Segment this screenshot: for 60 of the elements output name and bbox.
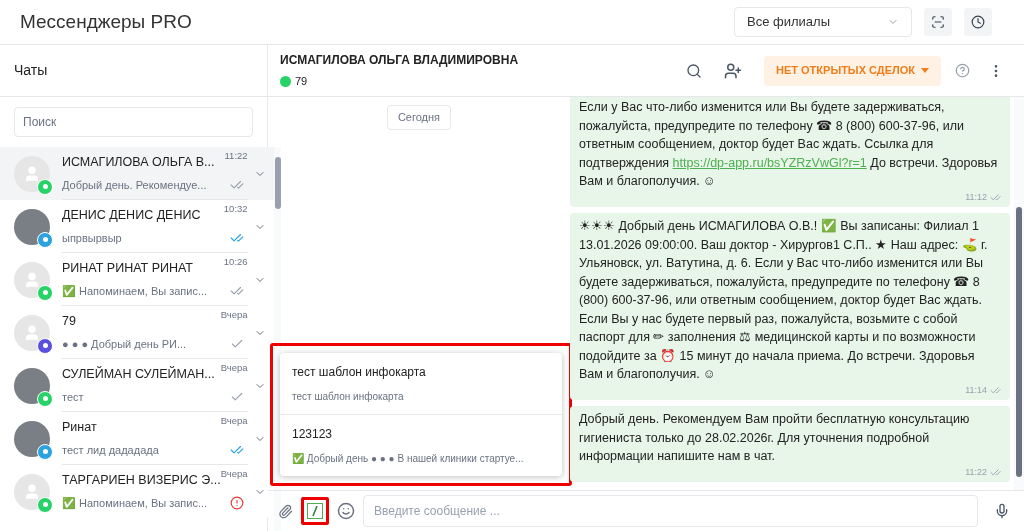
message-text: Добрый день. Рекомендуем Вам пройти бесплатную консультацию гигиениста только до 28.02.2026г. Для уточнения подробной информации напишите нам в чат. (579, 411, 971, 465)
chat-time: 10:26 (223, 254, 248, 269)
microphone-icon[interactable] (994, 503, 1010, 519)
template-item[interactable]: 123123 ✅ Добрый день ● ● ● В нашей клиники стартуе... (280, 414, 562, 476)
message-text: Если у Вас что-либо изменится или Вы будете задерживаться, пожалуйста, предупредите по телефону ☎ 8 (800) 600-37-96, или ответным сообщением, доктор будет Вас ждать. Ссылка для подтверждения https://dp-app.ru/bsYZRzVwGl?r=1 До встречи. Здоровья Вам и благополучия. ☺ (579, 99, 999, 190)
app-title: Мессенджеры PRO (20, 9, 192, 34)
chat-preview: Добрый день. Рекомендуе... (62, 177, 207, 193)
help-icon[interactable] (955, 63, 970, 78)
chat-name: Ринат (62, 418, 97, 436)
chat-preview: тест лид дададада (62, 442, 159, 458)
scan-button[interactable] (924, 8, 952, 36)
chat-time: Вчера (220, 360, 248, 375)
clock-icon (971, 15, 985, 29)
search-field[interactable]: Поиск (14, 107, 253, 137)
template-text: тест шаблон инфокарта (292, 390, 405, 404)
template-text: ✅ Добрый день ● ● ● В нашей клиники стартуе... (292, 452, 525, 466)
chat-preview: тест (62, 389, 84, 405)
caret-icon (921, 68, 929, 73)
template-title: тест шаблон инфокарта (292, 364, 427, 381)
double-check-icon (990, 384, 1001, 396)
chat-time: Вчера (220, 307, 248, 322)
slash-icon (311, 506, 319, 516)
chat-time: Вчера (220, 413, 248, 428)
paperclip-icon[interactable] (278, 503, 293, 519)
sidebar-title: Чаты (14, 61, 48, 80)
chat-preview: ✅ Напоминаем, Вы запис... (62, 496, 208, 512)
chat-name: ДЕНИС ДЕНИС ДЕНИС (62, 206, 201, 224)
chat-name: ТАРГАРИЕН ВИЗЕРИС Э... (62, 473, 221, 490)
scan-icon (931, 15, 945, 29)
message-text: ☀☀☀ Добрый день ИСМАГИЛОВА О.В.! ✅ Вы записаны: Филиал 1 13.01.2026 09:00:00. Ваш доктор - Хирургов1 С.П.. ★ Наш адрес: ⛳ г. Ульяновск, ул. Ватутина, д. 6. Если у Вас что-либо изменится или Вы будете задерживаться, пожалуйста, предупредите по телефону ☎ 8 (800) 600-37-96, или ответным сообщением, доктор будет Вас ждать. Если Вы у нас будете первый раз, пожалуйста, возьмите с собой паспорт для ✏ заполнения ⚖ медицинской карты и по возможности подойдите за ⏰ 15 минут до начала приема. До встречи. Здоровья Вам и благополучия. ☺ (579, 218, 989, 383)
chat-preview: ыпрвырвыр (62, 230, 122, 246)
clock-button[interactable] (964, 8, 992, 36)
chat-time: 11:22 (224, 148, 248, 163)
chat-list-item[interactable]: ИСМАГИЛОВА ОЛЬГА В... 11:22 Добрый день. Рекомендуе... (0, 147, 274, 200)
message-input[interactable]: Введите сообщение ... (363, 495, 978, 527)
chat-name: РИНАТ РИНАТ РИНАТ (62, 259, 193, 277)
chat-preview: ● ● ● Добрый день РИ... (62, 336, 187, 352)
scrollbar-thumb[interactable] (274, 157, 281, 209)
message-time: 11:22 (965, 465, 987, 479)
chat-name: СУЛЕЙМАН СУЛЕЙМАН... (62, 365, 215, 383)
template-title: 123123 (292, 426, 334, 443)
chat-time: 10:32 (223, 201, 248, 216)
double-check-icon (990, 191, 1001, 203)
contact-name: ИСМАГИЛОВА ОЛЬГА ВЛАДИМИРОВНА (280, 52, 519, 70)
templates-button[interactable] (307, 503, 323, 519)
chat-name: ИСМАГИЛОВА ОЛЬГА В... (62, 153, 215, 171)
date-chip: Сегодня (386, 105, 452, 130)
message-time: 11:14 (965, 383, 987, 397)
chat-name: 79 (62, 312, 76, 330)
double-check-icon (990, 466, 1001, 478)
chat-time: Вчера (220, 467, 248, 480)
add-user-icon[interactable] (724, 61, 742, 80)
chat-preview: ✅ Напоминаем, Вы запис... (62, 283, 208, 299)
contact-phone: 79 (295, 74, 308, 90)
template-item[interactable]: тест шаблон инфокарта тест шаблон инфокарта (280, 353, 562, 414)
branch-select[interactable]: Все филиалы (734, 7, 912, 37)
scrollbar-thumb[interactable] (1016, 207, 1022, 477)
search-icon[interactable] (686, 62, 702, 79)
emoji-icon[interactable] (337, 502, 355, 520)
message-time: 11:12 (965, 190, 987, 204)
